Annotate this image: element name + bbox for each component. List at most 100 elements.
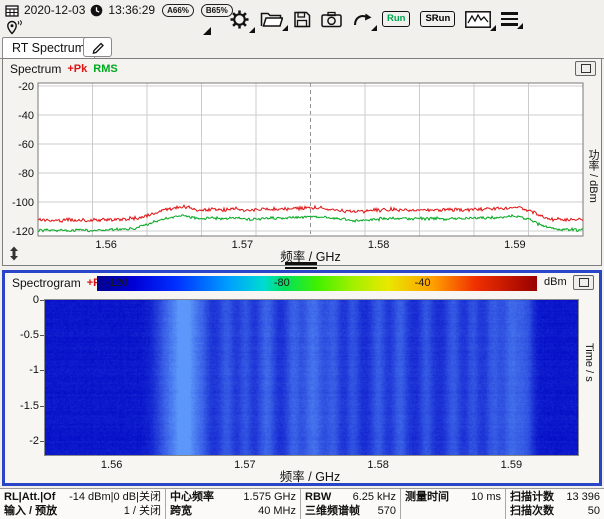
dropdown-triangle [490,25,496,31]
color-scale-unit: dBm [544,276,567,288]
spectrogram-x-axis-title: 频率 / GHz [250,466,370,485]
statusbar-row: 三维频谱帧570 [305,504,396,518]
dropdown-triangle [517,23,523,29]
statusbar-label: 扫描次数 [510,504,554,518]
tab-rt-spectrum[interactable]: RT Spectrum [2,37,95,59]
statusbar: RL|Att.|Of -14 dBm|0 dB|关闭输入 / 预放 1 / 关闭中心… [0,488,604,519]
tab-label: RT Spectrum [12,41,85,55]
tick-mark [40,370,44,371]
dropdown-triangle [371,25,377,31]
spectrum-y-tick: -40 [18,110,34,122]
statusbar-label: 扫描计数 [510,490,554,504]
settings-button[interactable] [229,9,250,30]
spectrum-y-tick: -20 [18,81,34,93]
statusbar-row: 输入 / 预放 1 / 关闭 [4,504,161,518]
datetime-area: 2020-12-03 13:36:29 A66% B65% [5,3,233,17]
edit-tabs-button[interactable] [83,37,112,57]
calendar-icon [5,4,19,17]
display-button[interactable] [465,11,491,28]
spectrogram-chart[interactable] [44,299,579,456]
statusbar-value: 1.575 GHz [243,490,296,504]
open-file-button[interactable] [260,11,283,28]
spectrogram-maximize-button[interactable] [573,275,594,290]
spectrogram-x-tick: 1.56 [92,459,132,471]
statusbar-label: 跨宽 [170,504,192,518]
hamburger-icon [501,12,518,25]
spectrogram-y-tick: 0 [7,294,39,306]
statusbar-value: 6.25 kHz [353,490,396,504]
maximize-icon [581,64,591,73]
gnss-status [6,20,22,36]
statusbar-value: -14 dBm|0 dB|关闭 [69,490,161,504]
colorbar-label: -40 [415,277,431,289]
statusbar-cell[interactable]: RL|Att.|Of -14 dBm|0 dB|关闭输入 / 预放 1 / 关闭 [0,489,166,519]
single-run-button[interactable]: SRun [420,11,455,27]
tick-mark [40,406,44,407]
spectrum-x-tick: 1.59 [504,239,525,251]
battery-b-badge: B65% [201,4,233,17]
colorbar-label: -80 [274,277,290,289]
spectrum-maximize-button[interactable] [575,61,596,76]
statusbar-label: RL|Att.|Of [4,490,55,504]
spectrum-x-tick: 1.58 [368,239,389,251]
statusbar-row: 中心频率 1.575 GHz [170,490,296,504]
date-label: 2020-12-03 [24,3,85,17]
tick-mark [40,300,44,301]
statusbar-cell[interactable]: 测量时间10 ms [401,489,506,519]
expand-header-triangle[interactable] [203,27,211,35]
vertical-scale-arrows-icon[interactable] [7,246,21,261]
spectrogram-title: Spectrogram [12,276,81,290]
statusbar-cell[interactable]: RBW 6.25 kHz三维频谱帧570 [301,489,401,519]
menu-button[interactable] [501,12,518,25]
spectrogram-y-tick: -1.5 [7,400,39,412]
statusbar-value: 570 [378,504,396,518]
spectrum-x-tick: 1.57 [232,239,253,251]
save-button[interactable] [293,10,311,28]
color-scale-bar[interactable]: -120-80-40 [97,276,537,291]
spectrum-detector-pk: +Pk [67,63,87,75]
spectrum-panel: Spectrum +Pk RMS -20-40-60-80-100-1201.5… [2,58,602,266]
topbar: 2020-12-03 13:36:29 A66% B65% [0,0,604,38]
spectrogram-y-axis-title: Time / s [583,343,595,382]
maximize-icon [579,278,589,287]
gnss-pin-icon [6,20,22,36]
statusbar-row: RBW 6.25 kHz [305,490,396,504]
statusbar-value: 40 MHz [258,504,296,518]
statusbar-cell[interactable]: 扫描计数13 396扫描次数 50 [506,489,604,519]
time-label: 13:36:29 [108,3,155,17]
spectrogram-y-tick: -1 [7,364,39,376]
statusbar-row: 扫描次数 50 [510,504,600,518]
statusbar-cell[interactable]: 中心频率 1.575 GHz 跨宽 40 MHz [166,489,301,519]
spectrum-title: Spectrum [10,62,61,76]
statusbar-value: 10 ms [471,490,501,504]
spectrogram-y-tick: -0.5 [7,329,39,341]
tick-mark [40,441,44,442]
spectrogram-panel: Spectrogram +Pk -120-80-40 dBm 0-0.5-1-1… [2,270,602,486]
statusbar-row: 跨宽 40 MHz [170,504,296,518]
statusbar-row: 测量时间10 ms [405,490,501,504]
statusbar-label: RBW [305,490,331,504]
spectrogram-x-tick: 1.59 [491,459,531,471]
clock-icon [90,4,103,17]
run-button[interactable]: Run [382,11,410,27]
spectrum-chart[interactable]: -20-40-60-80-100-1201.561.571.581.59频率 /… [3,78,601,264]
spectrum-y-tick: -120 [12,226,34,238]
spectrum-y-tick: -60 [18,139,34,151]
statusbar-row: RL|Att.|Of -14 dBm|0 dB|关闭 [4,490,161,504]
instrument-window: 2020-12-03 13:36:29 A66% B65% [0,0,604,519]
preset-redo-button[interactable] [352,10,372,28]
toolbar: Run SRun [229,2,518,36]
statusbar-value: 50 [588,504,600,518]
battery-a-badge: A66% [162,4,194,17]
statusbar-value: 1 / 关闭 [124,504,161,518]
tick-mark [40,335,44,336]
pencil-icon [90,39,106,55]
statusbar-label: 输入 / 预放 [4,504,57,518]
tab-bar: RT Spectrum [0,38,604,59]
statusbar-label: 中心频率 [170,490,214,504]
dropdown-triangle [282,25,288,31]
spectrum-y-tick: -80 [18,168,34,180]
panel-splitter-handle[interactable] [285,262,317,271]
statusbar-row: 扫描计数13 396 [510,490,600,504]
screenshot-camera-button[interactable] [321,11,342,28]
